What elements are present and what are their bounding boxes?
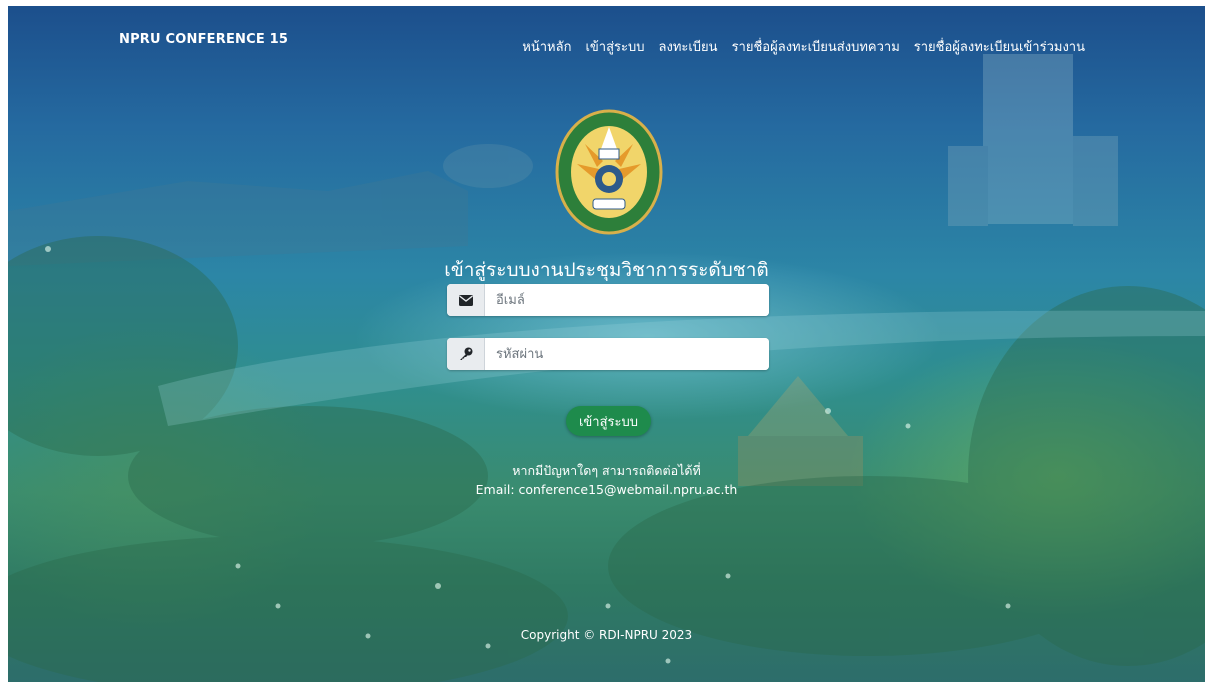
help-email: Email: conference15@webmail.npru.ac.th <box>475 482 738 497</box>
nav-attendee-registrants[interactable]: รายชื่อผู้ลงทะเบียนเข้าร่วมงาน <box>914 36 1085 57</box>
password-input[interactable] <box>485 338 769 370</box>
site-brand[interactable]: NPRU CONFERENCE 15 <box>119 32 288 47</box>
nav-login[interactable]: เข้าสู่ระบบ <box>585 36 644 57</box>
login-title: เข้าสู่ระบบงานประชุมวิชาการระดับชาติ <box>444 259 769 281</box>
nav-home[interactable]: หน้าหลัก <box>522 36 571 57</box>
nav-paper-registrants[interactable]: รายชื่อผู้ลงทะเบียนส่งบทความ <box>732 36 900 57</box>
hero-background: NPRU CONFERENCE 15 หน้าหลัก เข้าสู่ระบบ … <box>8 6 1205 682</box>
email-field <box>447 284 769 316</box>
copyright-footer: Copyright © RDI-NPRU 2023 <box>520 628 693 642</box>
top-nav: หน้าหลัก เข้าสู่ระบบ ลงทะเบียน รายชื่อผู… <box>522 36 1085 57</box>
envelope-icon <box>447 284 485 316</box>
email-input[interactable] <box>485 284 769 316</box>
help-text: หากมีปัญหาใดๆ สามารถติดต่อได้ที่ <box>512 463 701 478</box>
key-icon <box>447 338 485 370</box>
nav-register[interactable]: ลงทะเบียน <box>659 36 718 57</box>
password-field <box>447 338 769 370</box>
university-seal-logo <box>555 109 663 235</box>
login-button[interactable]: เข้าสู่ระบบ <box>566 406 651 436</box>
